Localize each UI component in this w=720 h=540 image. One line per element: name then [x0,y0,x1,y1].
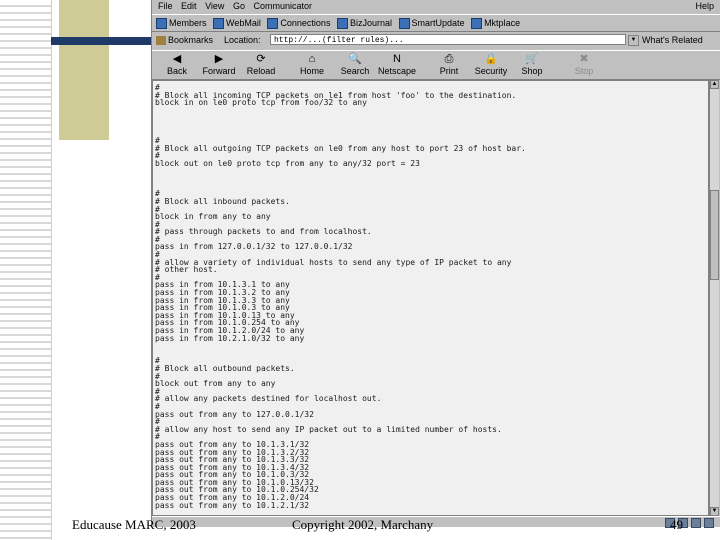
forward-icon: ▶ [214,53,224,65]
netscape-label: Netscape [377,66,417,76]
shop-button[interactable]: 🛒 Shop [509,52,555,77]
personal-button-label: Members [169,18,207,28]
personal-toolbar: Members WebMail Connections BizJournal S… [152,14,720,32]
vertical-scrollbar[interactable]: ▲ ▼ [709,80,719,516]
bookmark-icon [336,18,348,30]
netscape-icon: N [393,53,401,65]
menu-bar: File Edit View Go Communicator Help [152,0,720,13]
location-toolbar: Bookmarks Location: http://...(filter ru… [152,32,720,48]
personal-button-bizjournal[interactable]: BizJournal [336,15,392,31]
print-button[interactable]: ⎙ Print [426,52,472,77]
personal-button-smartupdate[interactable]: SmartUpdate [398,15,465,31]
bookmarks-button[interactable]: Bookmarks [156,32,213,48]
menu-view[interactable]: View [205,1,224,11]
menu-file[interactable]: File [158,1,173,11]
bookmarks-icon [156,36,166,46]
security-button[interactable]: 🔒 Security [468,52,514,77]
slide-stripe-decoration [0,0,52,540]
security-icon: 🔒 [484,53,498,65]
personal-button-label: WebMail [226,18,261,28]
search-icon: 🔍 [348,53,362,65]
stop-label: Stop [574,66,594,76]
personal-button-members[interactable]: Members [156,15,207,31]
navigation-toolbar: ◀ Back ▶ Forward ⟳ Reload ⌂ Home 🔍 Search N Ne… [152,50,720,80]
home-button[interactable]: ⌂ Home [289,52,335,77]
browser-window: File Edit View Go Communicator Help Memb… [151,0,720,528]
search-button[interactable]: 🔍 Search [332,52,378,77]
print-label: Print [439,66,459,76]
page-number: 49 [670,517,683,532]
personal-button-connections[interactable]: Connections [267,15,330,31]
slide-accent-bar [51,37,154,45]
menu-communicator[interactable]: Communicator [253,1,312,11]
forward-button[interactable]: ▶ Forward [196,52,242,77]
menu-help[interactable]: Help [695,0,714,13]
shop-label: Shop [521,66,543,76]
reload-icon: ⟳ [256,53,266,65]
bookmark-icon [471,18,483,30]
print-icon: ⎙ [444,53,454,65]
menu-edit[interactable]: Edit [181,1,197,11]
personal-button-label: BizJournal [349,18,392,28]
bookmarks-label: Bookmarks [168,35,214,45]
stop-icon: ✖ [579,53,589,65]
location-label: Location: [224,35,261,45]
scrollbar-thumb[interactable] [710,190,719,280]
security-label: Security [474,66,508,76]
whats-related-button[interactable]: What's Related [642,32,703,48]
personal-button-mktplace[interactable]: Mktplace [471,15,520,31]
home-label: Home [299,66,324,76]
personal-button-webmail[interactable]: WebMail [213,15,261,31]
filter-rules-text: # # Block all incoming TCP packets on le… [155,83,526,510]
back-icon: ◀ [172,53,182,65]
personal-button-label: Connections [280,18,331,28]
bookmark-icon [398,18,410,30]
scroll-up-icon[interactable]: ▲ [710,80,719,89]
bookmark-icon [213,18,225,30]
reload-label: Reload [246,66,276,76]
footer-event-name: Educause MARC, 2003 [72,517,196,532]
search-label: Search [340,66,370,76]
back-button[interactable]: ◀ Back [154,52,200,77]
scroll-down-icon[interactable]: ▼ [710,507,719,516]
bookmark-icon [267,18,279,30]
netscape-button[interactable]: N Netscape [374,52,420,77]
personal-button-label: SmartUpdate [411,18,465,28]
status-bar [152,516,720,528]
forward-label: Forward [202,66,236,76]
url-field[interactable]: http://...(filter rules)... [270,34,626,45]
discussion-icon[interactable] [691,518,701,528]
home-icon: ⌂ [308,53,316,65]
personal-button-label: Mktplace [484,18,521,28]
url-dropdown-icon[interactable]: ▼ [628,35,639,46]
document-view[interactable]: # # Block all incoming TCP packets on le… [152,80,709,516]
composer-icon[interactable] [704,518,714,528]
reload-button[interactable]: ⟳ Reload [238,52,284,77]
stop-button[interactable]: ✖ Stop [561,52,607,77]
shop-icon: 🛒 [525,53,539,65]
slide-accent-block [59,0,109,140]
menu-go[interactable]: Go [233,1,245,11]
bookmark-icon [156,18,167,30]
footer-copyright: Copyright 2002, Marchany [292,517,434,532]
back-label: Back [166,66,187,76]
